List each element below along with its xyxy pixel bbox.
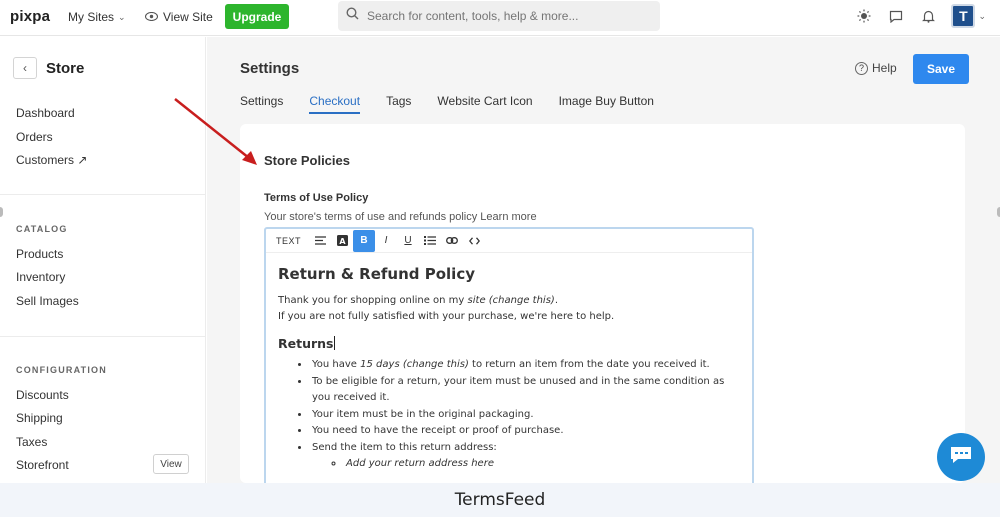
- view-site-label: View Site: [163, 10, 213, 24]
- list-item: You need to have the receipt or proof of…: [310, 423, 740, 440]
- page-title: Settings: [240, 60, 300, 77]
- list-item-text: to return an item from the date you rece…: [468, 359, 710, 370]
- intro-placeholder: site (change this): [467, 295, 555, 306]
- sidebar-item-shipping[interactable]: Shipping: [16, 411, 63, 425]
- storefront-view-button[interactable]: View: [153, 454, 189, 474]
- text-cursor: [334, 336, 336, 350]
- sidebar-item-taxes[interactable]: Taxes: [16, 435, 47, 449]
- sidebar-divider: [0, 194, 206, 195]
- left-collapse-handle[interactable]: [0, 207, 3, 217]
- editor-toolbar: TEXT A B I U: [266, 229, 752, 253]
- field-help-text: Your store's terms of use and refunds po…: [264, 211, 537, 223]
- search-bar[interactable]: [338, 1, 660, 31]
- my-sites-label: My Sites: [68, 10, 115, 24]
- sidebar-item-dashboard[interactable]: Dashboard: [16, 106, 75, 120]
- my-sites-dropdown[interactable]: My Sites ⌄: [68, 10, 126, 24]
- underline-button[interactable]: U: [397, 230, 419, 252]
- list-item-text: Send the item to this return address:: [312, 441, 497, 453]
- avatar: T: [951, 4, 976, 28]
- chevron-down-icon: ⌄: [978, 10, 986, 21]
- view-site-link[interactable]: View Site: [144, 10, 213, 24]
- top-icons: T ⌄: [855, 4, 986, 28]
- list-item: You have 15 days (change this) to return…: [310, 357, 740, 374]
- align-left-icon[interactable]: [309, 230, 331, 252]
- sidebar-header: ‹ Store: [13, 57, 84, 79]
- back-button[interactable]: ‹: [13, 57, 37, 79]
- sun-icon[interactable]: [855, 7, 873, 25]
- returns-heading-text: Returns: [278, 336, 334, 351]
- upgrade-button[interactable]: Upgrade: [225, 4, 289, 29]
- configuration-section-label: CONFIGURATION: [16, 365, 107, 375]
- catalog-section-label: CATALOG: [16, 224, 68, 234]
- text-style-button[interactable]: TEXT: [272, 230, 305, 252]
- bell-icon[interactable]: [919, 7, 937, 25]
- tab-image-buy-button[interactable]: Image Buy Button: [559, 94, 654, 114]
- search-input[interactable]: [367, 9, 647, 23]
- sidebar-divider: [0, 336, 206, 337]
- tab-website-cart-icon[interactable]: Website Cart Icon: [437, 94, 532, 114]
- field-label: Terms of Use Policy: [264, 192, 369, 204]
- chat-widget-button[interactable]: [937, 433, 985, 481]
- sidebar-item-products[interactable]: Products: [16, 247, 63, 261]
- editor-content[interactable]: Return & Refund Policy Thank you for sho…: [266, 265, 752, 473]
- sub-list: Add your return address here: [344, 456, 740, 473]
- list-item-placeholder: 15 days (change this): [360, 359, 469, 370]
- intro-text: Thank you for shopping online on my: [278, 295, 468, 306]
- policy-rich-text-editor[interactable]: TEXT A B I U Return & Refund Policy Than…: [264, 227, 754, 487]
- search-icon: [346, 7, 359, 25]
- settings-tabs: Settings Checkout Tags Website Cart Icon…: [240, 94, 654, 114]
- intro-period: .: [554, 295, 558, 306]
- top-bar: pixpa My Sites ⌄ View Site Upgrade T ⌄: [0, 0, 1000, 36]
- sub-list-item: Add your return address here: [344, 456, 740, 473]
- policy-heading: Return & Refund Policy: [278, 265, 475, 283]
- question-icon: ?: [855, 61, 868, 75]
- message-icon[interactable]: [887, 7, 905, 25]
- code-icon[interactable]: [463, 230, 485, 252]
- italic-button[interactable]: I: [375, 230, 397, 252]
- sidebar-item-storefront[interactable]: Storefront: [16, 458, 69, 472]
- list-item: To be eligible for a return, your item m…: [310, 374, 740, 407]
- sidebar-item-discounts[interactable]: Discounts: [16, 388, 69, 402]
- sidebar-item-orders[interactable]: Orders: [16, 130, 53, 144]
- store-sidebar: ‹ Store Dashboard Orders Customers ↗ CAT…: [0, 37, 206, 483]
- link-icon[interactable]: [441, 230, 463, 252]
- tab-tags[interactable]: Tags: [386, 94, 411, 114]
- sidebar-item-sell-images[interactable]: Sell Images: [16, 294, 79, 308]
- policy-intro: Thank you for shopping online on my site…: [278, 293, 740, 325]
- chevron-down-icon: ⌄: [118, 11, 126, 22]
- save-button[interactable]: Save: [913, 54, 969, 84]
- sidebar-item-inventory[interactable]: Inventory: [16, 270, 65, 284]
- help-label: Help: [872, 61, 897, 75]
- list-icon[interactable]: [419, 230, 441, 252]
- card-title: Store Policies: [264, 153, 350, 168]
- help-link[interactable]: ? Help: [855, 61, 897, 75]
- bold-button[interactable]: B: [353, 229, 376, 252]
- list-item-text: You have: [312, 359, 361, 370]
- list-item: Send the item to this return address: Ad…: [310, 440, 740, 473]
- eye-icon: [144, 10, 159, 24]
- chat-icon: [949, 445, 973, 470]
- svg-text:A: A: [339, 237, 346, 246]
- pixpa-logo[interactable]: pixpa: [10, 8, 50, 25]
- returns-list: You have 15 days (change this) to return…: [310, 357, 740, 473]
- list-item: Your item must be in the original packag…: [310, 407, 740, 424]
- store-policies-card: Store Policies Terms of Use Policy Your …: [240, 124, 965, 487]
- main-content: Settings ? Help Save Settings Checkout T…: [207, 37, 1000, 487]
- sub-list-item-text: Add your return address here: [346, 458, 494, 469]
- termsfeed-footer: TermsFeed: [0, 483, 1000, 517]
- chevron-left-icon: ‹: [23, 61, 27, 75]
- account-menu[interactable]: T ⌄: [951, 4, 986, 28]
- tab-checkout[interactable]: Checkout: [309, 94, 361, 114]
- returns-heading: Returns: [278, 336, 740, 351]
- sidebar-item-customers[interactable]: Customers ↗: [16, 153, 87, 167]
- tab-settings[interactable]: Settings: [240, 94, 283, 114]
- intro-line-two: If you are not fully satisfied with your…: [278, 311, 615, 322]
- text-color-icon[interactable]: A: [331, 230, 353, 252]
- sidebar-title: Store: [46, 59, 85, 77]
